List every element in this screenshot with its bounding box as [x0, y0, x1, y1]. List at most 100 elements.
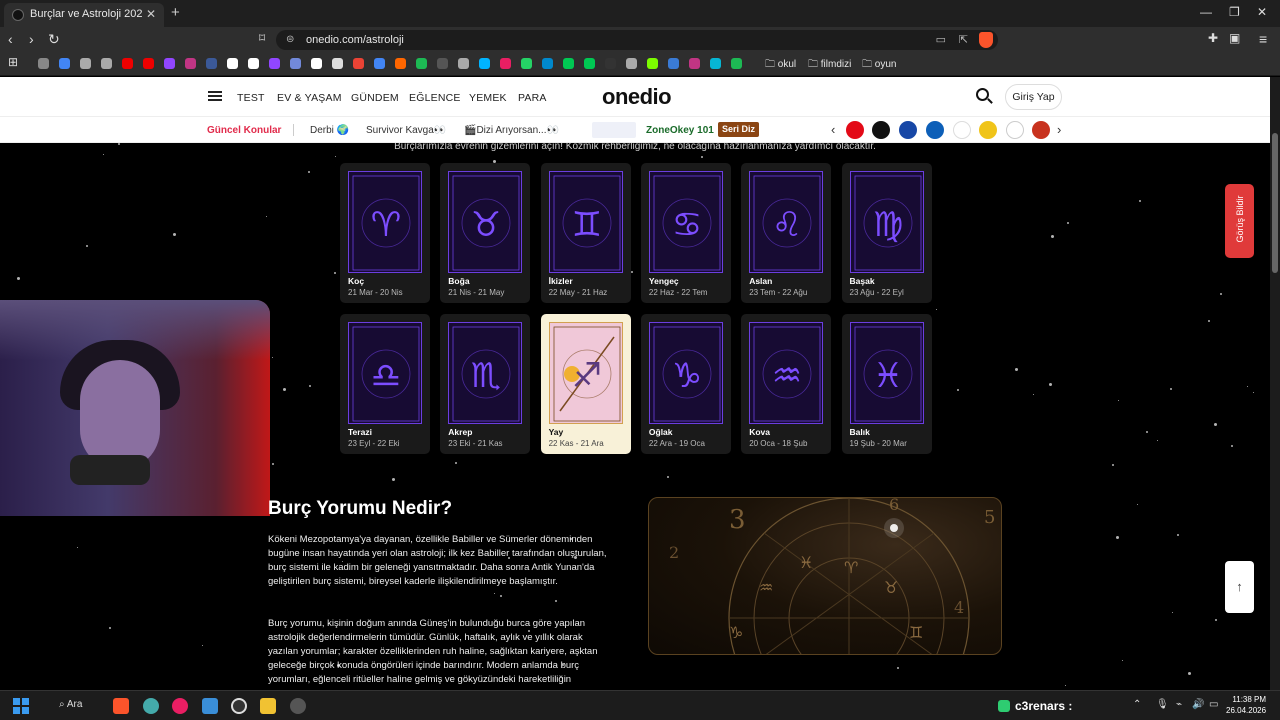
url-field[interactable]: ⊜ onedio.com/astroloji ▭ ⇱	[276, 30, 998, 50]
nav-yemek[interactable]: YEMEK	[469, 92, 507, 104]
bookmark-site-icon[interactable]	[416, 58, 427, 69]
brand-logo-icon[interactable]	[1032, 121, 1050, 139]
topic-link[interactable]: 🎬Dizi Arıyorsan...👀	[464, 125, 559, 136]
zodiac-card[interactable]: ♊ İkizler 22 May - 21 Haz	[540, 163, 631, 303]
mic-tray-icon[interactable]: 🎙	[1156, 699, 1169, 710]
zodiac-card[interactable]: ♐ Yay 22 Kas - 21 Ara	[540, 314, 631, 454]
brave-shields-icon[interactable]	[979, 32, 993, 48]
forward-icon[interactable]: ›	[29, 31, 34, 47]
site-info-icon[interactable]: ⊜	[286, 34, 294, 45]
minimize-icon[interactable]: —	[1200, 5, 1212, 19]
bookmark-site-icon[interactable]	[332, 58, 343, 69]
bookmark-site-icon[interactable]	[269, 58, 280, 69]
brand-logo-icon[interactable]	[953, 121, 971, 139]
nav-para[interactable]: PARA	[518, 92, 547, 104]
app-taskbar-icon[interactable]	[290, 698, 306, 714]
bookmark-site-icon[interactable]	[122, 58, 133, 69]
topic-link[interactable]: Derbi 🌍	[310, 125, 349, 136]
bookmark-site-icon[interactable]	[500, 58, 511, 69]
nav-gundem[interactable]: GÜNDEM	[351, 92, 399, 104]
new-tab-button[interactable]: +	[171, 4, 180, 21]
bookmark-site-icon[interactable]	[374, 58, 385, 69]
bookmark-site-icon[interactable]	[542, 58, 553, 69]
restore-icon[interactable]: ❐	[1229, 5, 1240, 19]
bookmark-site-icon[interactable]	[59, 58, 70, 69]
bookmark-folder-okul[interactable]: 🗀 okul	[765, 57, 796, 74]
sidebar-icon[interactable]: ▣	[1229, 31, 1240, 45]
network-icon[interactable]: ⌁	[1176, 699, 1182, 710]
zodiac-card[interactable]: ♍ Başak 23 Ağu - 22 Eyl	[841, 163, 932, 303]
bookmark-site-icon[interactable]	[689, 58, 700, 69]
bookmark-site-icon[interactable]	[458, 58, 469, 69]
bookmark-site-icon[interactable]	[38, 58, 49, 69]
cast-icon[interactable]: ▭	[936, 33, 946, 46]
chevron-right-icon[interactable]: ›	[1057, 122, 1061, 137]
zodiac-card[interactable]: ♌ Aslan 23 Tem - 22 Ağu	[741, 163, 832, 303]
scrollbar-thumb[interactable]	[1272, 133, 1278, 273]
nav-test[interactable]: TEST	[237, 92, 265, 104]
brand-logo-icon[interactable]	[979, 121, 997, 139]
bookmark-site-icon[interactable]	[185, 58, 196, 69]
zoneokey-link[interactable]: ZoneOkey 101	[646, 125, 714, 136]
page-scrollbar[interactable]	[1270, 77, 1280, 690]
apps-grid-icon[interactable]: ⊞	[8, 55, 18, 69]
brave-taskbar-icon[interactable]	[113, 698, 129, 714]
zodiac-card[interactable]: ♉ Boğa 21 Nis - 21 May	[440, 163, 531, 303]
zodiac-card[interactable]: ♓ Balık 19 Şub - 20 Mar	[841, 314, 932, 454]
bookmark-site-icon[interactable]	[605, 58, 616, 69]
zodiac-card[interactable]: ♈ Koç 21 Mar - 20 Nis	[340, 163, 430, 303]
window-close-icon[interactable]: ✕	[1257, 5, 1267, 19]
media-player-taskbar-icon[interactable]	[172, 698, 188, 714]
bookmark-site-icon[interactable]	[164, 58, 175, 69]
brand-logo-icon[interactable]	[1006, 121, 1024, 139]
reload-icon[interactable]: ↻	[48, 31, 60, 48]
menu-icon[interactable]: ≡	[1259, 31, 1267, 47]
taskbar-clock[interactable]: 11:38 PM 26.04.2026	[1226, 694, 1266, 716]
windows-start-icon[interactable]	[13, 698, 29, 714]
feedback-button[interactable]: Görüş Bildir	[1225, 184, 1254, 258]
extensions-icon[interactable]: ✚	[1208, 31, 1218, 45]
taskbar-search[interactable]: ⌕ Ara	[59, 699, 82, 710]
bookmark-site-icon[interactable]	[206, 58, 217, 69]
zodiac-card[interactable]: ♑ Oğlak 22 Ara - 19 Oca	[640, 314, 731, 454]
app-taskbar-icon[interactable]	[143, 698, 159, 714]
bookmark-site-icon[interactable]	[143, 58, 154, 69]
bookmark-site-icon[interactable]	[437, 58, 448, 69]
volume-icon[interactable]: 🔊	[1192, 699, 1204, 710]
topic-link[interactable]: Survivor Kavga👀	[366, 125, 446, 136]
back-icon[interactable]: ‹	[8, 31, 13, 47]
bookmark-site-icon[interactable]	[710, 58, 721, 69]
tray-chevron-icon[interactable]: ⌃	[1133, 699, 1141, 710]
bookmark-folder-filmdizi[interactable]: 🗀 filmdizi	[808, 57, 851, 74]
brand-logo-icon[interactable]	[872, 121, 890, 139]
brand-logo-icon[interactable]	[926, 121, 944, 139]
login-button[interactable]: Giriş Yap	[1005, 84, 1062, 110]
bookmark-site-icon[interactable]	[584, 58, 595, 69]
brand-logo-icon[interactable]	[846, 121, 864, 139]
zodiac-card[interactable]: ♎ Terazi 23 Eyl - 22 Eki	[340, 314, 430, 454]
nav-eglence[interactable]: EĞLENCE	[409, 92, 461, 104]
bookmark-site-icon[interactable]	[521, 58, 532, 69]
site-logo[interactable]: onedio	[602, 84, 672, 110]
browser-tab[interactable]: Burçlar ve Astroloji 2026 - Onedio ✕	[4, 3, 164, 27]
photos-taskbar-icon[interactable]	[202, 698, 218, 714]
bookmark-site-icon[interactable]	[248, 58, 259, 69]
bookmark-site-icon[interactable]	[647, 58, 658, 69]
file-explorer-icon[interactable]	[260, 698, 276, 714]
bookmark-site-icon[interactable]	[311, 58, 322, 69]
tab-close-icon[interactable]: ✕	[146, 7, 156, 21]
zodiac-card[interactable]: ♋ Yengeç 22 Haz - 22 Tem	[640, 163, 731, 303]
bookmark-site-icon[interactable]	[290, 58, 301, 69]
seri-diz-button[interactable]: Seri Diz	[718, 122, 759, 137]
nav-ev-yasam[interactable]: EV & YAŞAM	[277, 92, 342, 104]
scroll-to-top-button[interactable]: ↑	[1225, 561, 1254, 613]
hamburger-menu-icon[interactable]	[208, 91, 222, 101]
bookmark-site-icon[interactable]	[563, 58, 574, 69]
app-taskbar-icon[interactable]	[231, 698, 247, 714]
bookmark-site-icon[interactable]	[731, 58, 742, 69]
zodiac-card[interactable]: ♏ Akrep 23 Eki - 21 Kas	[440, 314, 531, 454]
bookmark-site-icon[interactable]	[80, 58, 91, 69]
chevron-left-icon[interactable]: ‹	[831, 122, 835, 137]
bookmark-site-icon[interactable]	[479, 58, 490, 69]
search-icon[interactable]	[976, 88, 989, 101]
